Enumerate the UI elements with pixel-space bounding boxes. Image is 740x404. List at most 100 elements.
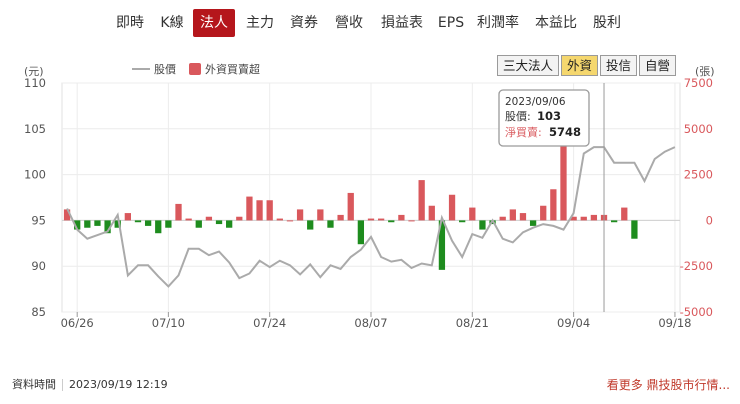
tab-2[interactable]: 法人: [193, 9, 235, 37]
net-bar: [459, 220, 466, 223]
net-bar: [185, 218, 192, 221]
y-right-tick-label: 0: [706, 213, 713, 227]
net-bar: [550, 189, 557, 221]
net-bar: [134, 220, 142, 223]
net-bar: [327, 220, 334, 228]
legend-bar-swatch: [189, 63, 201, 75]
legend-label-price: 股價: [154, 62, 176, 76]
x-tick-label: 08/07: [354, 316, 387, 330]
net-bar: [236, 216, 243, 221]
tab-9[interactable]: 本益比: [534, 9, 578, 37]
net-bar: [377, 218, 385, 221]
net-bar: [337, 214, 344, 221]
tab-10[interactable]: 股利: [592, 9, 622, 37]
y-left-tick-label: 95: [31, 213, 46, 227]
net-bar: [347, 192, 354, 221]
tab-bar: 即時 K線 法人 主力 資券 營收 損益表 EPS 利潤率 本益比 股利: [0, 0, 740, 46]
net-bar: [590, 214, 598, 221]
y-left-tick-label: 85: [31, 305, 46, 319]
net-bar: [74, 220, 81, 230]
tab-4[interactable]: 資券: [289, 9, 319, 37]
tooltip-date: 2023/09/06: [505, 96, 566, 108]
y-left-tick-label: 100: [24, 168, 46, 182]
plot-frame: [61, 82, 681, 313]
net-bar: [428, 205, 435, 221]
net-bar: [215, 220, 223, 225]
net-bar: [489, 220, 496, 225]
investor-button-0[interactable]: 三大法人: [497, 55, 560, 76]
net-bar: [205, 216, 213, 221]
net-bar: [195, 220, 202, 228]
net-bar: [307, 220, 314, 230]
net-bar: [398, 214, 405, 221]
net-bar: [226, 220, 233, 228]
tooltip-net-value: 5748: [549, 125, 581, 139]
y-right-tick-label: 2500: [684, 168, 713, 182]
net-bar: [611, 220, 618, 223]
price-line: [66, 146, 676, 288]
tab-7[interactable]: EPS: [437, 9, 465, 37]
data-time-value: 2023/09/19 12:19: [69, 378, 168, 391]
net-bar: [448, 194, 456, 221]
net-bar: [256, 200, 263, 221]
y-left-tick-label: 105: [24, 122, 46, 136]
net-bar: [94, 220, 101, 226]
net-bar: [560, 115, 567, 221]
x-tick-label: 09/04: [557, 316, 590, 330]
net-bar: [600, 214, 608, 221]
net-bar: [509, 209, 516, 221]
tab-8[interactable]: 利潤率: [476, 9, 520, 37]
investor-button-2[interactable]: 投信: [600, 55, 638, 76]
net-bar: [540, 205, 547, 221]
y-left-unit: (元): [24, 65, 44, 78]
x-tick-label: 06/26: [61, 316, 94, 330]
net-bar: [469, 207, 476, 221]
net-bar: [418, 180, 425, 221]
net-bar: [155, 220, 162, 234]
net-bar: [286, 220, 294, 222]
net-bar: [367, 218, 375, 221]
legend-label-net: 外資買賣超: [205, 62, 260, 76]
tooltip-price-value: 103: [537, 109, 561, 123]
investor-type-selector: 三大法人 外資 投信 自營: [497, 55, 678, 76]
tooltip-price-label: 股價:: [505, 109, 531, 123]
net-bar: [165, 220, 172, 228]
x-tick-label: 07/24: [253, 316, 286, 330]
net-bar: [408, 220, 415, 222]
tooltip-net-label: 淨買賣:: [505, 125, 542, 139]
tab-0[interactable]: 即時: [115, 9, 145, 37]
net-bar: [357, 220, 365, 245]
x-tick-label: 08/21: [456, 316, 489, 330]
net-bar: [438, 220, 446, 270]
y-right-tick-label: 5000: [684, 122, 713, 136]
tab-3[interactable]: 主力: [245, 9, 275, 37]
tab-5[interactable]: 營收: [334, 9, 364, 37]
net-bar: [519, 213, 527, 221]
net-bar: [63, 209, 71, 221]
y-right-unit: (張): [695, 65, 715, 78]
data-time-label: 資料時間: [12, 378, 56, 391]
net-bar: [246, 196, 253, 221]
data-time: 資料時間 2023/09/19 12:19: [12, 376, 168, 392]
y-right-tick-label: -2500: [680, 259, 713, 273]
x-tick-label: 07/10: [152, 316, 185, 330]
y-right-tick-label: 7500: [684, 76, 713, 90]
investor-button-1[interactable]: 外資: [561, 55, 599, 76]
net-bar: [479, 220, 486, 230]
net-bar: [388, 220, 395, 223]
net-bar: [104, 220, 111, 234]
y-left-tick-label: 90: [31, 259, 46, 273]
net-bar: [84, 220, 91, 228]
x-tick-label: 09/18: [658, 316, 691, 330]
net-bar: [499, 216, 506, 221]
net-bar: [317, 209, 324, 221]
tooltip-box: [498, 89, 590, 147]
tab-6[interactable]: 損益表: [380, 9, 424, 37]
more-quotes-link[interactable]: 看更多 鼎技股市行情...: [607, 376, 730, 393]
investor-button-3[interactable]: 自營: [639, 55, 677, 76]
tooltip: 2023/09/06股價: 103 淨買賣: 5748: [498, 89, 590, 147]
net-bar: [175, 203, 182, 221]
tab-1[interactable]: K線: [160, 9, 184, 37]
net-bar: [570, 216, 577, 221]
net-bar: [276, 218, 283, 221]
